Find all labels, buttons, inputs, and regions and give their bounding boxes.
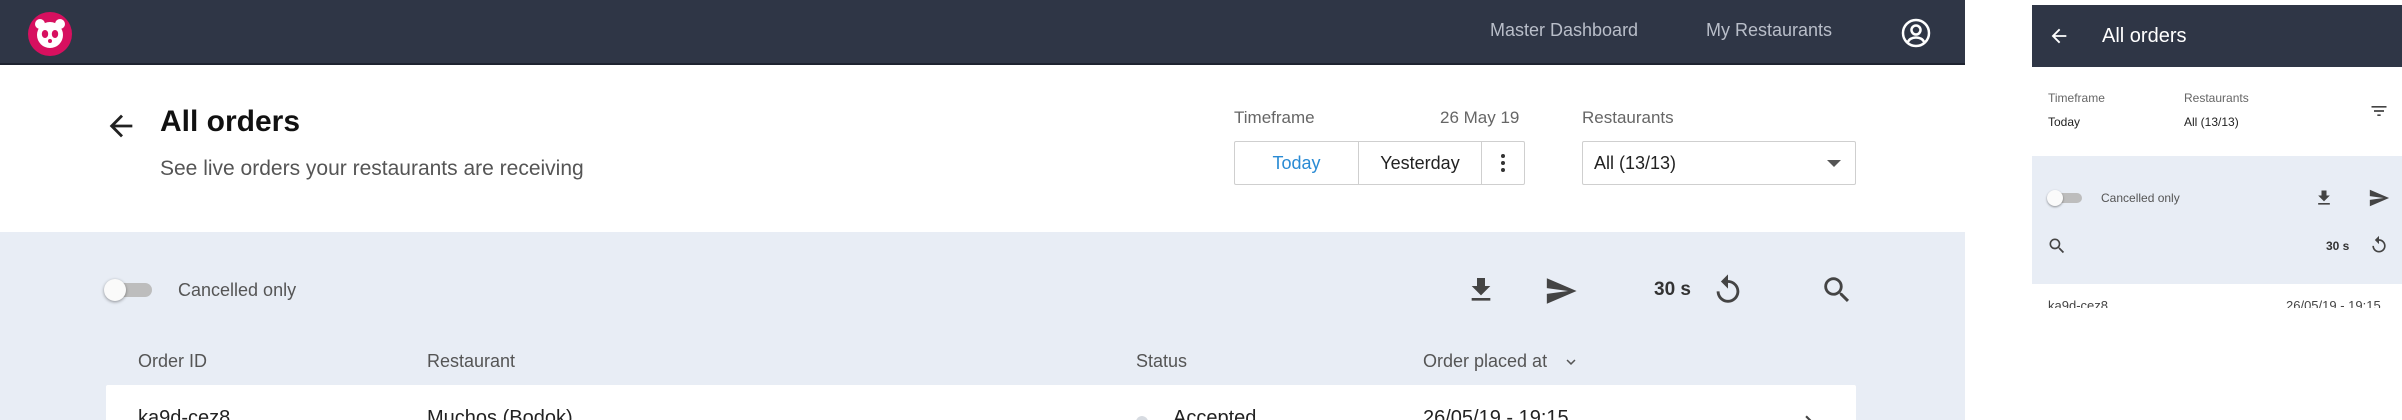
column-header-restaurant[interactable]: Restaurant — [427, 351, 515, 372]
cancelled-only-label: Cancelled only — [178, 280, 297, 300]
timeframe-today-button[interactable]: Today — [1235, 142, 1359, 184]
mobile-page-title: All orders — [2102, 25, 2187, 47]
nav-my-restaurants[interactable]: My Restaurants — [1706, 20, 1832, 41]
top-navbar: Master Dashboard My Restaurants — [0, 0, 1965, 65]
mobile-row-time: 26/05/19 - 19:15 — [2286, 298, 2381, 308]
page-title: All orders — [160, 105, 301, 138]
restaurants-select-value: All (13/13) — [1594, 153, 1677, 173]
mobile-cancelled-only-toggle[interactable] — [2047, 190, 2085, 206]
timeframe-button-group: Today Yesterday — [1234, 141, 1525, 185]
row-placed-at: 26/05/19 - 19:15 — [1423, 407, 1569, 420]
download-icon[interactable] — [2314, 188, 2334, 208]
mobile-timeframe-label: Timeframe — [2048, 91, 2105, 105]
panda-logo-icon[interactable] — [28, 12, 72, 56]
timeframe-yesterday-button[interactable]: Yesterday — [1359, 142, 1482, 184]
timeframe-label: Timeframe — [1234, 108, 1315, 127]
status-dot-icon — [1136, 416, 1148, 420]
column-header-status[interactable]: Status — [1136, 351, 1187, 372]
search-icon[interactable] — [1820, 273, 1854, 307]
mobile-top-bar: All orders — [2032, 5, 2402, 67]
refresh-interval: 30 s — [1654, 279, 1691, 300]
column-header-order-id[interactable]: Order ID — [138, 351, 207, 372]
send-icon[interactable] — [2368, 187, 2390, 209]
mobile-orders-panel — [2032, 156, 2402, 284]
page-subtitle: See live orders your restaurants are rec… — [160, 157, 584, 180]
desktop-view: Master Dashboard My Restaurants All orde… — [0, 0, 1965, 420]
chevron-down-icon — [1827, 160, 1841, 167]
chevron-right-icon[interactable] — [1796, 409, 1822, 420]
toggle-knob — [104, 279, 126, 301]
row-status: Accepted — [1173, 407, 1257, 420]
download-icon[interactable] — [1465, 274, 1497, 306]
mobile-refresh-interval: 30 s — [2326, 239, 2350, 253]
send-icon[interactable] — [1544, 274, 1578, 308]
timeframe-date: 26 May 19 — [1440, 108, 1520, 127]
mobile-cancelled-only-label: Cancelled only — [2101, 191, 2180, 205]
mobile-row-order-id[interactable]: ka9d-cez8 — [2048, 298, 2108, 308]
nav-master-dashboard[interactable]: Master Dashboard — [1490, 20, 1638, 41]
filter-list-icon[interactable] — [2368, 101, 2390, 121]
page-header: All orders See live orders your restaura… — [0, 65, 1965, 232]
cancelled-only-toggle[interactable] — [104, 279, 156, 301]
mobile-restaurants-label: Restaurants — [2184, 91, 2249, 105]
restaurants-select[interactable]: All (13/13) — [1582, 141, 1856, 185]
row-restaurant: Muchos (Bodok) — [427, 407, 573, 420]
sort-chevron-down-icon[interactable] — [1562, 353, 1580, 376]
search-icon[interactable] — [2047, 236, 2067, 256]
account-circle-icon[interactable] — [1900, 17, 1932, 49]
mobile-view: All orders Timeframe Today Restaurants A… — [2032, 0, 2402, 308]
mobile-restaurants-value[interactable]: All (13/13) — [2184, 115, 2239, 129]
restaurants-label: Restaurants — [1582, 108, 1674, 127]
back-arrow-icon[interactable] — [2048, 25, 2070, 47]
refresh-icon[interactable] — [2369, 235, 2389, 255]
more-vert-icon[interactable] — [1482, 142, 1524, 184]
column-header-order-placed-at[interactable]: Order placed at — [1423, 351, 1547, 372]
refresh-icon[interactable] — [1711, 273, 1745, 307]
back-arrow-icon[interactable] — [104, 109, 138, 143]
toggle-knob — [2047, 190, 2063, 206]
row-order-id: ka9d-cez8 — [138, 407, 231, 420]
mobile-timeframe-value[interactable]: Today — [2048, 115, 2080, 129]
table-row[interactable]: ka9d-cez8 Muchos (Bodok) Accepted 26/05/… — [106, 385, 1856, 420]
